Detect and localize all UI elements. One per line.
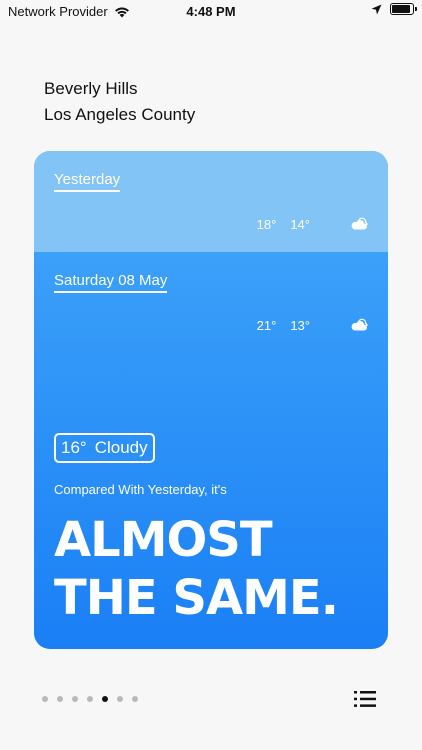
page-dot[interactable]: [87, 696, 93, 702]
yesterday-row[interactable]: Yesterday 18° 14°: [34, 151, 388, 252]
status-right: [371, 3, 417, 15]
battery-level: [392, 5, 410, 13]
headline-line-1: ALMOST: [54, 512, 273, 568]
headline-line-2: THE SAME.: [54, 570, 339, 626]
weather-card[interactable]: Yesterday 18° 14° Saturday 08 May 21° 13…: [34, 151, 388, 649]
yesterday-label: Yesterday: [54, 171, 121, 192]
current-condition-badge: 16° Cloudy: [54, 433, 155, 463]
page-dot[interactable]: [57, 696, 63, 702]
status-bar: Network Provider 4:48 PM: [0, 0, 422, 24]
county-name: Los Angeles County: [44, 105, 196, 124]
today-label: Saturday 08 May: [54, 272, 168, 293]
compared-text: Compared With Yesterday, it's: [54, 482, 227, 497]
list-icon[interactable]: [354, 689, 376, 709]
location-header: Beverly Hills Los Angeles County: [44, 76, 195, 128]
today-low: 13°: [290, 318, 310, 333]
status-time: 4:48 PM: [186, 4, 236, 19]
comparison-headline: ALMOST THE SAME.: [54, 511, 339, 627]
today-high: 21°: [256, 318, 277, 333]
current-temperature: 16°: [61, 438, 87, 457]
page-dot[interactable]: [117, 696, 123, 702]
yesterday-temps: 18° 14°: [257, 217, 310, 232]
current-condition: Cloudy: [94, 438, 148, 457]
page-indicator[interactable]: [42, 696, 138, 702]
today-row[interactable]: Saturday 08 May 21° 13°: [34, 252, 388, 352]
page-dot[interactable]: [72, 696, 78, 702]
location-arrow-icon: [371, 4, 382, 14]
battery-icon: [390, 3, 417, 15]
today-temps: 21° 13°: [257, 318, 310, 333]
city-name: Beverly Hills: [44, 79, 138, 98]
cloud-icon: [351, 318, 368, 331]
page-dot[interactable]: [132, 696, 138, 702]
yesterday-low: 14°: [290, 217, 310, 232]
yesterday-high: 18°: [256, 217, 277, 232]
page-dot[interactable]: [102, 696, 108, 702]
page-dot[interactable]: [42, 696, 48, 702]
cloud-icon: [351, 217, 368, 230]
